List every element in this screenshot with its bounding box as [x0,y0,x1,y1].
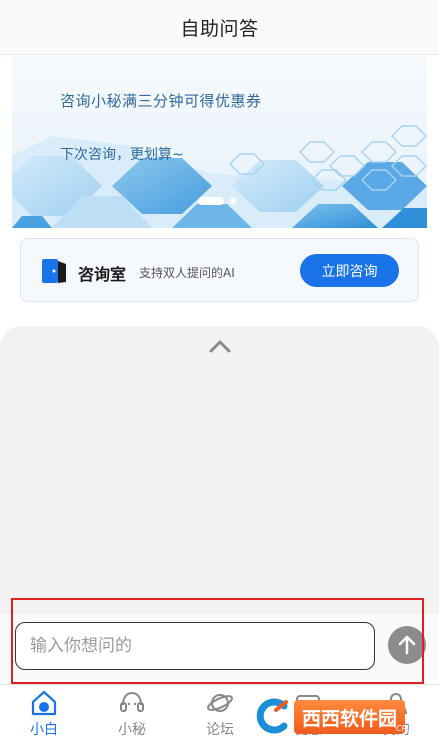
carousel-dot[interactable] [229,197,237,205]
tab-label: 优惠 [294,722,322,738]
question-input-box[interactable] [15,622,375,670]
tab-label: 论坛 [206,722,234,738]
banner-headline: 咨询小秘满三分钟可得优惠券 [60,92,262,110]
page-title: 自助问答 [180,17,259,40]
chat-panel [0,326,439,616]
question-input[interactable] [28,635,374,657]
carousel-indicator[interactable] [198,197,237,205]
planet-icon [207,694,233,712]
top-bar: 自助问答 [0,0,439,55]
tab-mine[interactable]: 我的 [352,685,439,746]
consult-now-button[interactable]: 立即咨询 [300,254,399,287]
headset-icon [120,691,144,712]
tab-discount[interactable]: 优惠 [264,685,352,746]
arrow-up-icon [398,635,416,655]
send-button[interactable] [388,626,426,664]
home-icon [31,690,57,716]
tab-label: 我的 [382,722,410,738]
tab-xiaobai[interactable]: 小白 [0,685,88,746]
tab-forum[interactable]: 论坛 [176,685,264,746]
input-bar [0,614,439,680]
consult-room-title: 咨询室 [78,265,127,284]
tab-label: 小白 [30,722,58,738]
bottom-tab-bar: 小白 小秘 论坛 优惠 我的 [0,684,439,746]
carousel-dot-active[interactable] [198,197,224,205]
tab-label: 小秘 [118,722,146,738]
promo-banner[interactable]: 咨询小秘满三分钟可得优惠券 下次咨询，更划算~ [12,56,427,228]
profile-icon [385,693,407,715]
banner-subline: 下次咨询，更划算~ [60,147,184,163]
door-icon [42,259,66,283]
chevron-up-icon[interactable] [208,338,232,354]
consult-room-subtitle: 支持双人提问的AI [139,266,235,280]
consult-room-card[interactable]: 咨询室 支持双人提问的AI 立即咨询 [20,238,419,302]
coupon-icon [296,695,320,711]
tab-xiaomi[interactable]: 小秘 [88,685,176,746]
